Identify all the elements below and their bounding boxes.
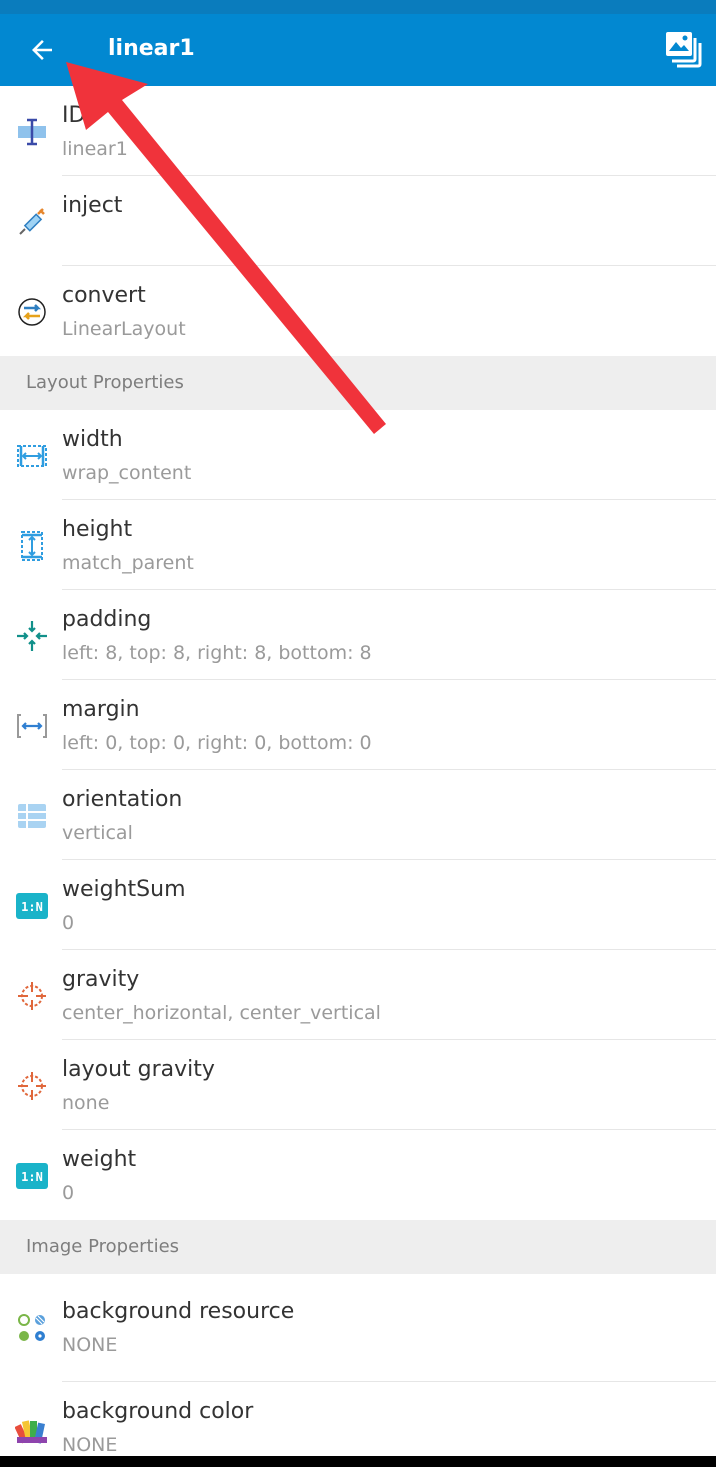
property-label: inject xyxy=(62,193,123,218)
height-icon xyxy=(14,528,50,564)
crosshair-icon xyxy=(14,978,50,1014)
color-palette-icon xyxy=(14,1410,50,1446)
property-row-width[interactable]: width wrap_content xyxy=(0,410,716,500)
ratio-icon-text: 1:N xyxy=(21,900,43,914)
property-row-id[interactable]: ID linear1 xyxy=(0,86,716,176)
text-cursor-icon xyxy=(14,114,50,150)
property-row-weight[interactable]: 1:N weight 0 xyxy=(0,1130,716,1220)
property-label: orientation xyxy=(62,787,183,812)
property-label: convert xyxy=(62,283,146,308)
property-row-background-resource[interactable]: background resource NONE xyxy=(0,1274,716,1382)
property-row-orientation[interactable]: orientation vertical xyxy=(0,770,716,860)
property-value: linear1 xyxy=(62,138,128,160)
property-row-padding[interactable]: padding left: 8, top: 8, right: 8, botto… xyxy=(0,590,716,680)
resource-dots-icon xyxy=(14,1310,50,1346)
property-label: ID xyxy=(62,103,86,128)
property-value: NONE xyxy=(62,1434,118,1456)
property-label: width xyxy=(62,427,123,452)
property-row-margin[interactable]: margin left: 0, top: 0, right: 0, bottom… xyxy=(0,680,716,770)
ratio-icon: 1:N xyxy=(14,888,50,924)
property-value: none xyxy=(62,1092,110,1114)
property-label: margin xyxy=(62,697,140,722)
property-value: match_parent xyxy=(62,552,194,574)
property-value: NONE xyxy=(62,1334,118,1356)
property-value: wrap_content xyxy=(62,462,192,484)
convert-icon xyxy=(14,294,50,330)
property-row-height[interactable]: height match_parent xyxy=(0,500,716,590)
ratio-icon-text: 1:N xyxy=(21,1170,43,1184)
property-label: layout gravity xyxy=(62,1057,215,1082)
back-button[interactable] xyxy=(18,26,66,74)
property-label: height xyxy=(62,517,133,542)
bottom-edge xyxy=(0,1456,716,1467)
arrow-back-icon xyxy=(32,40,52,60)
property-value: 0 xyxy=(62,912,75,934)
image-gallery-icon xyxy=(666,32,702,68)
section-header-layout: Layout Properties xyxy=(0,356,716,410)
property-row-layout-gravity[interactable]: layout gravity none xyxy=(0,1040,716,1130)
property-row-inject[interactable]: inject xyxy=(0,176,716,266)
property-label: gravity xyxy=(62,967,140,992)
property-value: 0 xyxy=(62,1182,75,1204)
property-row-gravity[interactable]: gravity center_horizontal, center_vertic… xyxy=(0,950,716,1040)
property-label: weight xyxy=(62,1147,137,1172)
property-row-weightsum[interactable]: 1:N weightSum 0 xyxy=(0,860,716,950)
syringe-icon xyxy=(14,204,50,240)
margin-icon xyxy=(14,708,50,744)
status-bar xyxy=(0,0,716,14)
property-value: left: 8, top: 8, right: 8, bottom: 8 xyxy=(62,642,372,664)
app-screen: linear1 ID linear1 inject convert Linear… xyxy=(0,0,716,1456)
property-list: ID linear1 inject convert LinearLayout L… xyxy=(0,86,716,1456)
property-value: vertical xyxy=(62,822,133,844)
section-header-image: Image Properties xyxy=(0,1220,716,1274)
crosshair-icon xyxy=(14,1068,50,1104)
property-value: left: 0, top: 0, right: 0, bottom: 0 xyxy=(62,732,372,754)
width-icon xyxy=(14,438,50,474)
property-label: padding xyxy=(62,607,152,632)
property-value: center_horizontal, center_vertical xyxy=(62,1002,381,1024)
page-title: linear1 xyxy=(108,36,195,61)
toolbar: linear1 xyxy=(0,14,716,86)
property-row-background-color[interactable]: background color NONE xyxy=(0,1382,716,1456)
gallery-button[interactable] xyxy=(660,26,706,72)
padding-icon xyxy=(14,618,50,654)
property-value: LinearLayout xyxy=(62,318,186,340)
property-label: background color xyxy=(62,1399,254,1424)
ratio-icon: 1:N xyxy=(14,1158,50,1194)
property-label: background resource xyxy=(62,1299,295,1324)
property-label: weightSum xyxy=(62,877,186,902)
property-row-convert[interactable]: convert LinearLayout xyxy=(0,266,716,356)
orientation-icon xyxy=(14,798,50,834)
